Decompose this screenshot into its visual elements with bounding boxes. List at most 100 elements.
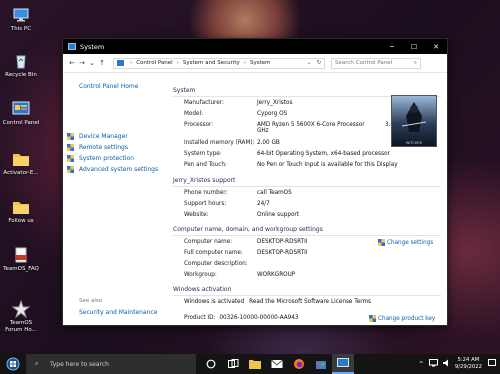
forward-arrow-icon[interactable]: → bbox=[77, 59, 87, 67]
info-row: Installed memory (RAM): 2.00 GB bbox=[184, 140, 280, 146]
chevron-up-icon[interactable]: ^ bbox=[419, 361, 424, 368]
license-terms-link[interactable]: Read the Microsoft Software License Term… bbox=[249, 299, 371, 305]
desktop-icon-label: Recycle Bin bbox=[5, 72, 37, 78]
online-support-link[interactable]: Online support bbox=[257, 212, 299, 218]
desktop-icon-control-panel[interactable]: Control Panel bbox=[2, 100, 40, 127]
clock-time: 5:24 AM bbox=[457, 357, 480, 363]
mail-icon[interactable] bbox=[266, 354, 288, 374]
desktop-icon-teamos-faq[interactable]: TeamOS_FAQ bbox=[2, 246, 40, 273]
info-row: Manufacturer: Jerry_Xristos bbox=[184, 100, 293, 106]
file-explorer-icon[interactable] bbox=[244, 354, 266, 374]
info-row: Website: Online support bbox=[184, 212, 299, 218]
recent-dropdown-icon[interactable]: ⌄ bbox=[87, 59, 97, 67]
desktop-icon-label: Activator-E... bbox=[3, 170, 39, 176]
activation-row: Windows is activated Read the Microsoft … bbox=[184, 299, 371, 305]
maximize-button[interactable]: ☐ bbox=[403, 39, 425, 54]
refresh-icon[interactable]: ↻ bbox=[314, 60, 324, 66]
breadcrumb-system-security[interactable]: System and Security bbox=[183, 60, 240, 66]
address-box[interactable]: › Control Panel › System and Security › … bbox=[113, 57, 325, 69]
computer-name-section: Computer name, domain, and workgroup set… bbox=[173, 226, 441, 236]
taskbar-search-placeholder: Type here to search bbox=[50, 360, 109, 368]
change-settings-link[interactable]: Change settings bbox=[378, 239, 433, 246]
up-arrow-icon[interactable]: ↑ bbox=[97, 59, 107, 67]
system-tray: ^ 5:24 AM 9/29/2022 bbox=[419, 357, 500, 371]
witcher-logo-icon bbox=[401, 102, 427, 132]
firefox-icon[interactable] bbox=[288, 354, 310, 374]
folder-icon bbox=[12, 198, 30, 216]
control-panel-small-icon bbox=[117, 60, 124, 66]
close-button[interactable]: ✕ bbox=[425, 39, 447, 54]
left-pane: Control Panel Home Device Manager Remote… bbox=[63, 73, 168, 325]
monitor-icon bbox=[12, 6, 30, 24]
back-arrow-icon[interactable]: ← bbox=[67, 59, 77, 67]
desktop-icon-activator[interactable]: Activator-E... bbox=[2, 150, 40, 177]
search-input[interactable]: Search Control Panel ⌕ bbox=[331, 57, 421, 69]
desktop-icon-label: TeamOS Forum Ho... bbox=[5, 320, 37, 333]
start-orb-icon bbox=[6, 357, 20, 371]
info-row: Computer name: DESKTOP-RDSRTII bbox=[184, 239, 308, 245]
start-button[interactable] bbox=[0, 354, 26, 374]
star-icon bbox=[11, 299, 31, 319]
system-window-taskbar-button[interactable] bbox=[332, 354, 354, 374]
breadcrumb-control-panel[interactable]: Control Panel bbox=[136, 60, 172, 66]
window-title: System bbox=[80, 42, 105, 51]
recycle-bin-icon bbox=[12, 52, 30, 70]
folder-icon bbox=[12, 150, 30, 168]
see-also-label: See also bbox=[79, 298, 103, 304]
section-header: Computer name, domain, and workgroup set… bbox=[173, 226, 441, 236]
search-icon: ⌕ bbox=[35, 360, 39, 367]
security-maintenance-link[interactable]: Security and Maintenance bbox=[79, 309, 157, 316]
system-window: System ─ ☐ ✕ ← → ⌄ ↑ › Control Panel › S… bbox=[62, 38, 448, 326]
info-row: Full computer name: DESKTOP-RDSRTII bbox=[184, 250, 308, 256]
info-row: Phone number: call TeamOS bbox=[184, 190, 292, 196]
info-row: Pen and Touch: No Pen or Touch Input is … bbox=[184, 162, 398, 168]
info-row: Workgroup: WORKGROUP bbox=[184, 272, 296, 278]
shield-icon bbox=[67, 155, 74, 162]
address-dropdown-icon[interactable]: ⌄ bbox=[304, 60, 314, 66]
cortana-icon[interactable] bbox=[200, 354, 222, 374]
desktop-icon-follow-us[interactable]: Follow us bbox=[2, 198, 40, 225]
document-icon bbox=[12, 246, 30, 264]
shield-icon bbox=[67, 166, 74, 173]
remote-settings-link[interactable]: Remote settings bbox=[67, 142, 158, 153]
section-header: Windows activation bbox=[173, 286, 441, 296]
store-icon[interactable] bbox=[310, 354, 332, 374]
minimize-button[interactable]: ─ bbox=[381, 39, 403, 54]
product-id-row: Product ID: 00326-10000-00000-AA943 bbox=[184, 315, 299, 321]
task-view-icon[interactable] bbox=[222, 354, 244, 374]
advanced-system-settings-link[interactable]: Advanced system settings bbox=[67, 164, 158, 175]
desktop-icon-recycle-bin[interactable]: Recycle Bin bbox=[2, 52, 40, 79]
breadcrumb-system[interactable]: System bbox=[250, 60, 271, 66]
clock-date: 9/29/2022 bbox=[454, 364, 482, 370]
volume-icon[interactable] bbox=[442, 359, 451, 369]
system-section: System bbox=[173, 87, 441, 97]
notification-icon[interactable] bbox=[488, 359, 496, 369]
change-product-key-link[interactable]: Change product key bbox=[369, 315, 435, 322]
desktop-icon-label: Control Panel bbox=[2, 120, 40, 126]
network-icon[interactable] bbox=[428, 359, 438, 369]
desktop-icon-label: Follow us bbox=[8, 218, 34, 224]
search-placeholder: Search Control Panel bbox=[335, 60, 393, 66]
shield-icon bbox=[67, 133, 74, 140]
desktop-icon-label: TeamOS_FAQ bbox=[3, 266, 39, 272]
title-bar[interactable]: System ─ ☐ ✕ bbox=[63, 39, 447, 54]
logo-caption: WITCHER bbox=[405, 141, 423, 145]
manufacturer-logo: WITCHER bbox=[391, 95, 437, 147]
info-row: Processor: AMD Ryzen 5 5600X 6-Core Proc… bbox=[184, 122, 398, 134]
desktop-icon-this-pc[interactable]: This PC bbox=[2, 6, 40, 33]
info-row: Computer description: bbox=[184, 261, 248, 267]
taskbar: ⌕ Type here to search ^ 5:24 AM 9/29/202… bbox=[0, 354, 500, 374]
shield-icon bbox=[378, 239, 385, 246]
device-manager-link[interactable]: Device Manager bbox=[67, 131, 158, 142]
taskbar-search-box[interactable]: ⌕ Type here to search bbox=[26, 354, 196, 374]
control-panel-home-link[interactable]: Control Panel Home bbox=[79, 83, 138, 90]
search-icon: ⌕ bbox=[413, 59, 417, 66]
section-header: Jerry_Xristos support bbox=[173, 177, 441, 187]
clock[interactable]: 5:24 AM 9/29/2022 bbox=[455, 357, 482, 371]
desktop-icon-teamos-forum[interactable]: TeamOS Forum Ho... bbox=[2, 299, 40, 334]
activation-section: Windows activation bbox=[173, 286, 441, 296]
desktop-icon-label: This PC bbox=[10, 26, 32, 32]
support-section: Jerry_Xristos support bbox=[173, 177, 441, 187]
shield-icon bbox=[369, 315, 376, 322]
system-protection-link[interactable]: System protection bbox=[67, 153, 158, 164]
